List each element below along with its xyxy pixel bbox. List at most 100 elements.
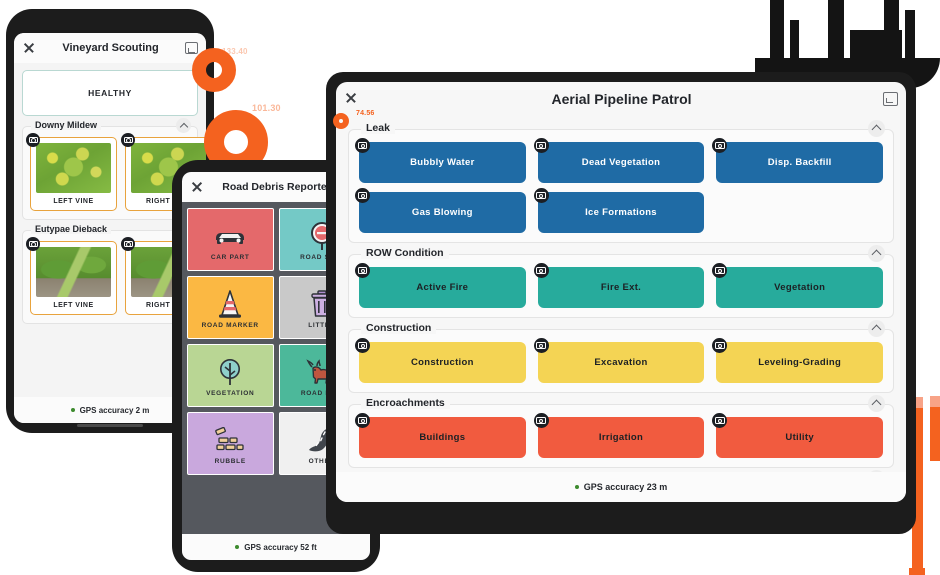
camera-icon[interactable] [533,338,549,353]
section-button-row: Buildings Irrigation Utility [355,413,884,458]
section-button-row: Construction Excavation Leveling-Grading [355,338,884,383]
bar-5 [930,396,940,461]
report-button[interactable]: Irrigation [533,413,705,458]
section-leak: Leak Bubbly Water Dead Vegetation Disp. … [348,120,894,243]
button-label: Gas Blowing [411,207,473,218]
decor-blob-6 [905,10,915,62]
decor-blob-1 [770,0,784,62]
gps-status-text: GPS accuracy 23 m [583,482,668,492]
chevron-up-icon[interactable] [868,395,885,412]
section-button-row: Active Fire Fire Ext. Vegetation [355,263,884,308]
button-label: Vegetation [774,282,826,293]
decor-blob-5 [884,0,899,62]
section-label: ROW Condition [361,247,449,259]
group-label: Eutypae Dieback [31,224,112,234]
camera-icon[interactable] [533,138,549,153]
camera-icon[interactable] [712,413,728,428]
status-badge[interactable]: HEALTHY [22,70,198,116]
tile-road-marker[interactable]: ROAD MARKER [187,276,274,339]
decor-ring-large-label: 101.30 [252,103,281,113]
report-button[interactable]: Fire Ext. [533,263,705,308]
close-icon[interactable] [22,41,36,55]
button-label: Dead Vegetation [581,157,661,168]
camera-icon[interactable] [355,338,370,353]
pipeline-screen: Aerial Pipeline Patrol Leak Bubbly Water [336,82,906,502]
camera-icon[interactable] [121,133,135,147]
group-label: Downy Mildew [31,120,102,130]
report-button[interactable]: Active Fire [355,263,526,308]
report-button[interactable]: Excavation [533,338,705,383]
tile-vegetation[interactable]: VEGETATION [187,344,274,407]
vineyard-appbar: Vineyard Scouting [14,33,206,63]
report-button[interactable]: Leveling-Grading [712,338,884,383]
camera-icon[interactable] [533,263,549,278]
chevron-up-icon[interactable] [176,118,191,133]
report-button[interactable]: Dead Vegetation [533,138,705,183]
camera-icon[interactable] [533,413,549,428]
tile-label: VEGETATION [206,390,255,397]
camera-icon[interactable] [355,413,370,428]
tree-icon [215,357,245,387]
button-label: Fire Ext. [600,282,642,293]
button-label: Leveling-Grading [758,357,842,368]
vine-card-label: LEFT VINE [53,198,94,205]
report-button[interactable]: Vegetation [712,263,884,308]
page-title: Vineyard Scouting [62,42,159,54]
chevron-up-icon[interactable] [868,120,885,137]
section-encroachments: Encroachments Buildings Irrigation Utili… [348,395,894,468]
camera-icon[interactable] [712,138,728,153]
tile-car-part[interactable]: CAR PART [187,208,274,271]
camera-icon[interactable] [355,138,370,153]
camera-icon[interactable] [533,188,549,203]
chevron-up-icon[interactable] [868,245,885,262]
decor-blob-2 [790,20,799,62]
traffic-cone-icon [216,289,244,319]
pipeline-appbar: Aerial Pipeline Patrol [336,82,906,116]
tablet-aerial-pipeline-patrol: Aerial Pipeline Patrol Leak Bubbly Water [326,72,916,534]
camera-icon[interactable] [121,237,135,251]
section-label: Leak [361,122,395,134]
button-label: Excavation [594,357,648,368]
close-icon[interactable] [190,180,204,194]
report-button[interactable]: Construction [355,338,526,383]
tile-label: CAR PART [210,254,250,261]
camera-icon[interactable] [712,338,728,353]
report-button[interactable]: Utility [712,413,884,458]
gps-status-dot [70,408,75,412]
leaf-photo [36,143,111,193]
chevron-up-icon[interactable] [868,320,885,337]
button-label: Active Fire [416,282,469,293]
camera-icon[interactable] [712,263,728,278]
vine-card[interactable]: LEFT VINE [26,237,117,315]
camera-icon[interactable] [26,133,40,147]
report-button[interactable]: Disp. Backfill [712,138,884,183]
page-title: Aerial Pipeline Patrol [551,91,692,107]
camera-icon[interactable] [355,188,370,203]
pipeline-body: Leak Bubbly Water Dead Vegetation Disp. … [336,116,906,474]
section-label: Construction [361,322,437,334]
vine-card[interactable]: LEFT VINE [26,133,117,211]
composite-illustration: 24.3 Vineyard Scouting [0,0,940,575]
report-button[interactable]: Gas Blowing [355,188,526,233]
close-icon[interactable] [344,91,360,107]
gps-status-bar: GPS accuracy 52 ft [182,534,370,560]
camera-icon[interactable] [26,237,40,251]
decor-ring-tablet-label: 74.56 [356,110,375,117]
report-button[interactable]: Buildings [355,413,526,458]
camera-icon[interactable] [355,263,370,278]
bricks-icon [213,425,247,455]
tile-rubble[interactable]: RUBBLE [187,412,274,475]
report-button[interactable]: Ice Formations [533,188,705,233]
button-label: Buildings [419,432,466,443]
expand-icon[interactable] [883,92,898,106]
gps-status-dot [574,485,579,489]
decor-ring-small-label: 133.40 [222,47,248,56]
section-construction: Construction Construction Excavation Lev… [348,320,894,393]
decor-blob-3 [828,0,844,62]
vine-card-label: LEFT VINE [53,302,94,309]
report-button[interactable]: Bubbly Water [355,138,526,183]
button-label: Construction [410,357,474,368]
button-label: Bubbly Water [410,157,475,168]
section-label: Encroachments [361,397,450,409]
expand-icon[interactable] [185,42,198,54]
